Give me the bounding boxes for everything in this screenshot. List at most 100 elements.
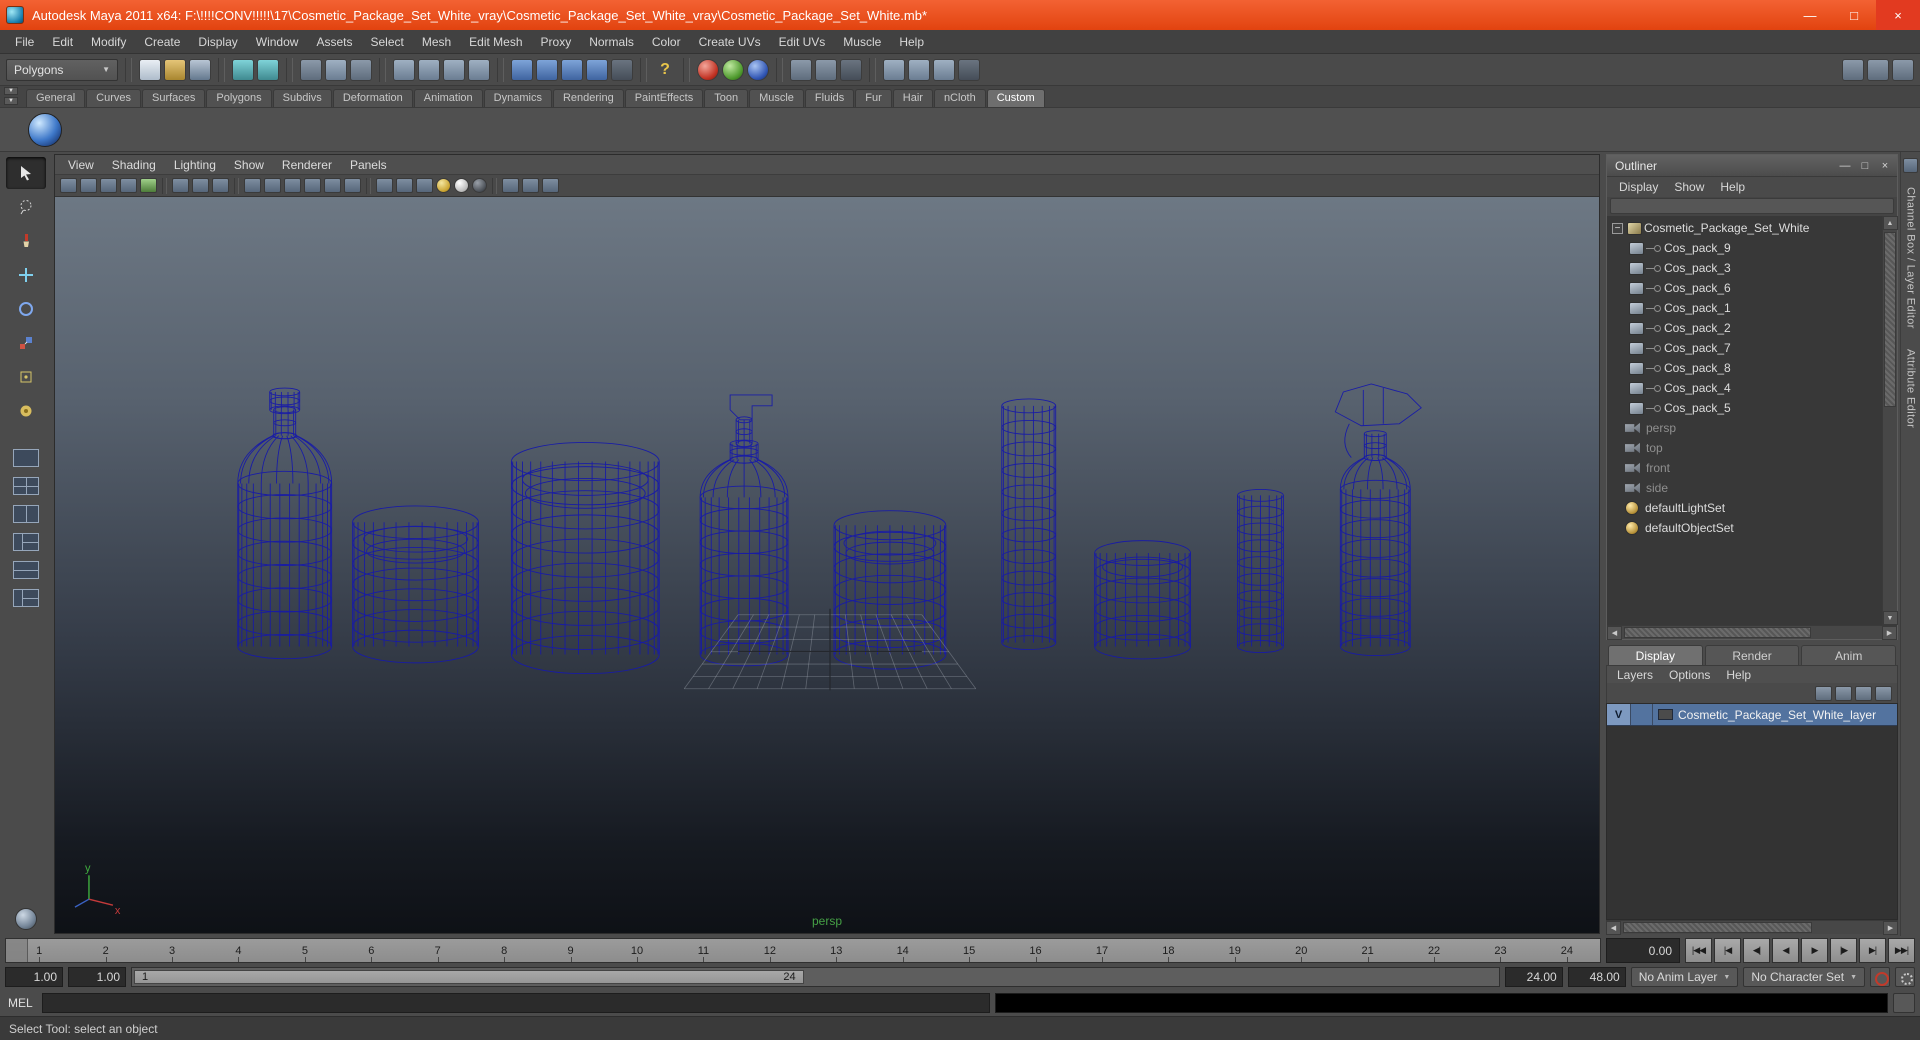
menu-item[interactable]: Modify [82,30,135,53]
outliner-camera-node[interactable]: front [1607,458,1882,478]
scroll-right-icon[interactable]: ▶ [1883,920,1898,935]
shelf-tab[interactable]: General [26,89,86,107]
outliner-node[interactable]: Cos_pack_2 [1607,318,1882,338]
select-component-icon[interactable] [350,58,372,81]
outliner-node[interactable]: Cos_pack_4 [1607,378,1882,398]
divider[interactable] [683,57,690,82]
outliner-horizontal-scrollbar[interactable]: ◀ ▶ [1607,625,1897,640]
outliner-menu-item[interactable]: Help [1712,180,1753,194]
outliner-camera-node[interactable]: top [1607,438,1882,458]
timeline-track[interactable]: 1 2 3 4 5 6 7 8 9 10 11 12 13 14 15 16 17 18 19 20 21 22 23 24 [5,938,1601,963]
safe-action-icon[interactable] [324,178,341,193]
outliner-node[interactable]: Cos_pack_3 [1607,258,1882,278]
layer-editor-menu-item[interactable]: Options [1661,668,1718,682]
layer-color-swatch[interactable] [1658,709,1673,720]
outliner-camera-node[interactable]: persp [1607,418,1882,438]
divider[interactable] [286,57,293,82]
scroll-down-icon[interactable]: ▼ [1882,611,1898,625]
divider[interactable] [640,57,647,82]
xray-icon[interactable] [522,178,539,193]
shelf-tab[interactable]: Fluids [804,89,855,107]
animation-end-field[interactable]: 48.00 [1567,967,1626,987]
move-layer-down-icon[interactable] [1835,685,1852,701]
playback-button[interactable]: ▶▶| [1888,938,1915,963]
default-lighting-icon[interactable] [454,178,469,193]
render-settings-icon[interactable] [958,58,980,81]
select-camera-icon[interactable] [60,178,77,193]
vray-sphere-shelf-icon[interactable] [28,112,62,147]
scroll-right-icon[interactable]: ▶ [1882,625,1897,640]
layout-four-pane-button[interactable] [6,473,46,499]
playback-button[interactable]: ▶| [1859,938,1886,963]
ipr-render-icon[interactable] [933,58,955,81]
render-current-frame-icon[interactable] [908,58,930,81]
red-sphere-icon[interactable] [697,58,719,81]
close-button[interactable]: × [1876,0,1920,30]
make-live-icon[interactable] [611,58,633,81]
minimize-button[interactable]: — [1788,0,1832,30]
playback-end-field[interactable]: 24.00 [1504,967,1563,987]
layer-playback-toggle[interactable] [1631,704,1653,725]
scrollbar-thumb[interactable] [1884,232,1896,408]
construction-history-icon[interactable] [840,58,862,81]
show-attribute-editor-icon[interactable] [1892,58,1914,81]
menu-item[interactable]: Mesh [413,30,460,53]
camera-attributes-icon[interactable] [100,178,117,193]
anim-layer-dropdown[interactable]: No Anim Layer ▼ [1630,967,1739,987]
collapse-icon[interactable]: − [1612,222,1623,234]
command-line-mode-label[interactable]: MEL [5,996,37,1010]
playback-button[interactable]: |◀ [1714,938,1741,963]
redo-icon[interactable] [257,58,279,81]
menu-item[interactable]: Create UVs [690,30,770,53]
move-layer-up-icon[interactable] [1815,685,1832,701]
outliner-filter-input[interactable] [1610,198,1894,214]
help-icon[interactable]: ? [654,59,676,81]
menu-item[interactable]: Normals [580,30,643,53]
open-scene-icon[interactable] [164,58,186,81]
panel-menu-item[interactable]: Lighting [165,158,225,172]
scroll-up-icon[interactable]: ▲ [1882,216,1898,230]
select-mask-surfaces-icon[interactable] [468,58,490,81]
snap-to-point-icon[interactable] [561,58,583,81]
shelf-tab-menu-icon[interactable]: ▼ [4,87,18,95]
field-chart-icon[interactable] [304,178,321,193]
playback-button[interactable]: ▶ [1801,938,1828,963]
select-mask-joints-icon[interactable] [418,58,440,81]
layout-horizontal-split-button[interactable] [6,557,46,583]
lasso-tool-button[interactable] [6,191,46,223]
shelf-tab[interactable]: Surfaces [141,89,206,107]
select-mask-curves-icon[interactable] [443,58,465,81]
outliner-close-button[interactable]: × [1875,157,1895,175]
bookmarks-icon[interactable] [120,178,137,193]
select-object-icon[interactable] [325,58,347,81]
snap-to-grid-icon[interactable] [511,58,533,81]
panel-menu-item[interactable]: View [59,158,103,172]
layer-editor-menu-item[interactable]: Layers [1609,668,1661,682]
universal-manipulator-button[interactable] [6,361,46,393]
outliner-node[interactable]: Cos_pack_7 [1607,338,1882,358]
layout-two-pane-button[interactable] [6,501,46,527]
textured-mode-icon[interactable] [416,178,433,193]
layer-editor-tab[interactable]: Display [1608,645,1703,665]
maximize-button[interactable]: □ [1832,0,1876,30]
outliner-root-node[interactable]: − Cosmetic_Package_Set_White [1607,218,1882,238]
menu-item[interactable]: Edit UVs [770,30,835,53]
no-lights-icon[interactable] [472,178,487,193]
layer-editor-menu-item[interactable]: Help [1718,668,1759,682]
film-gate-icon[interactable] [244,178,261,193]
mel-command-input[interactable] [42,993,990,1013]
script-editor-icon[interactable] [1893,993,1915,1013]
lock-camera-icon[interactable] [80,178,97,193]
scrollbar-thumb[interactable] [1624,627,1812,638]
animation-preferences-icon[interactable] [1895,967,1915,987]
scroll-left-icon[interactable]: ◀ [1606,920,1621,935]
range-track[interactable]: 1 24 [131,967,1500,987]
animation-start-field[interactable]: 1.00 [5,967,63,987]
layout-hypershade-button[interactable] [6,585,46,611]
range-handle[interactable]: 1 24 [134,970,804,984]
shelf-tab[interactable]: Hair [892,89,933,107]
outliner-node[interactable]: Cos_pack_1 [1607,298,1882,318]
new-empty-layer-icon[interactable] [1855,685,1872,701]
input-connections-icon[interactable] [790,58,812,81]
green-sphere-icon[interactable] [722,58,744,81]
